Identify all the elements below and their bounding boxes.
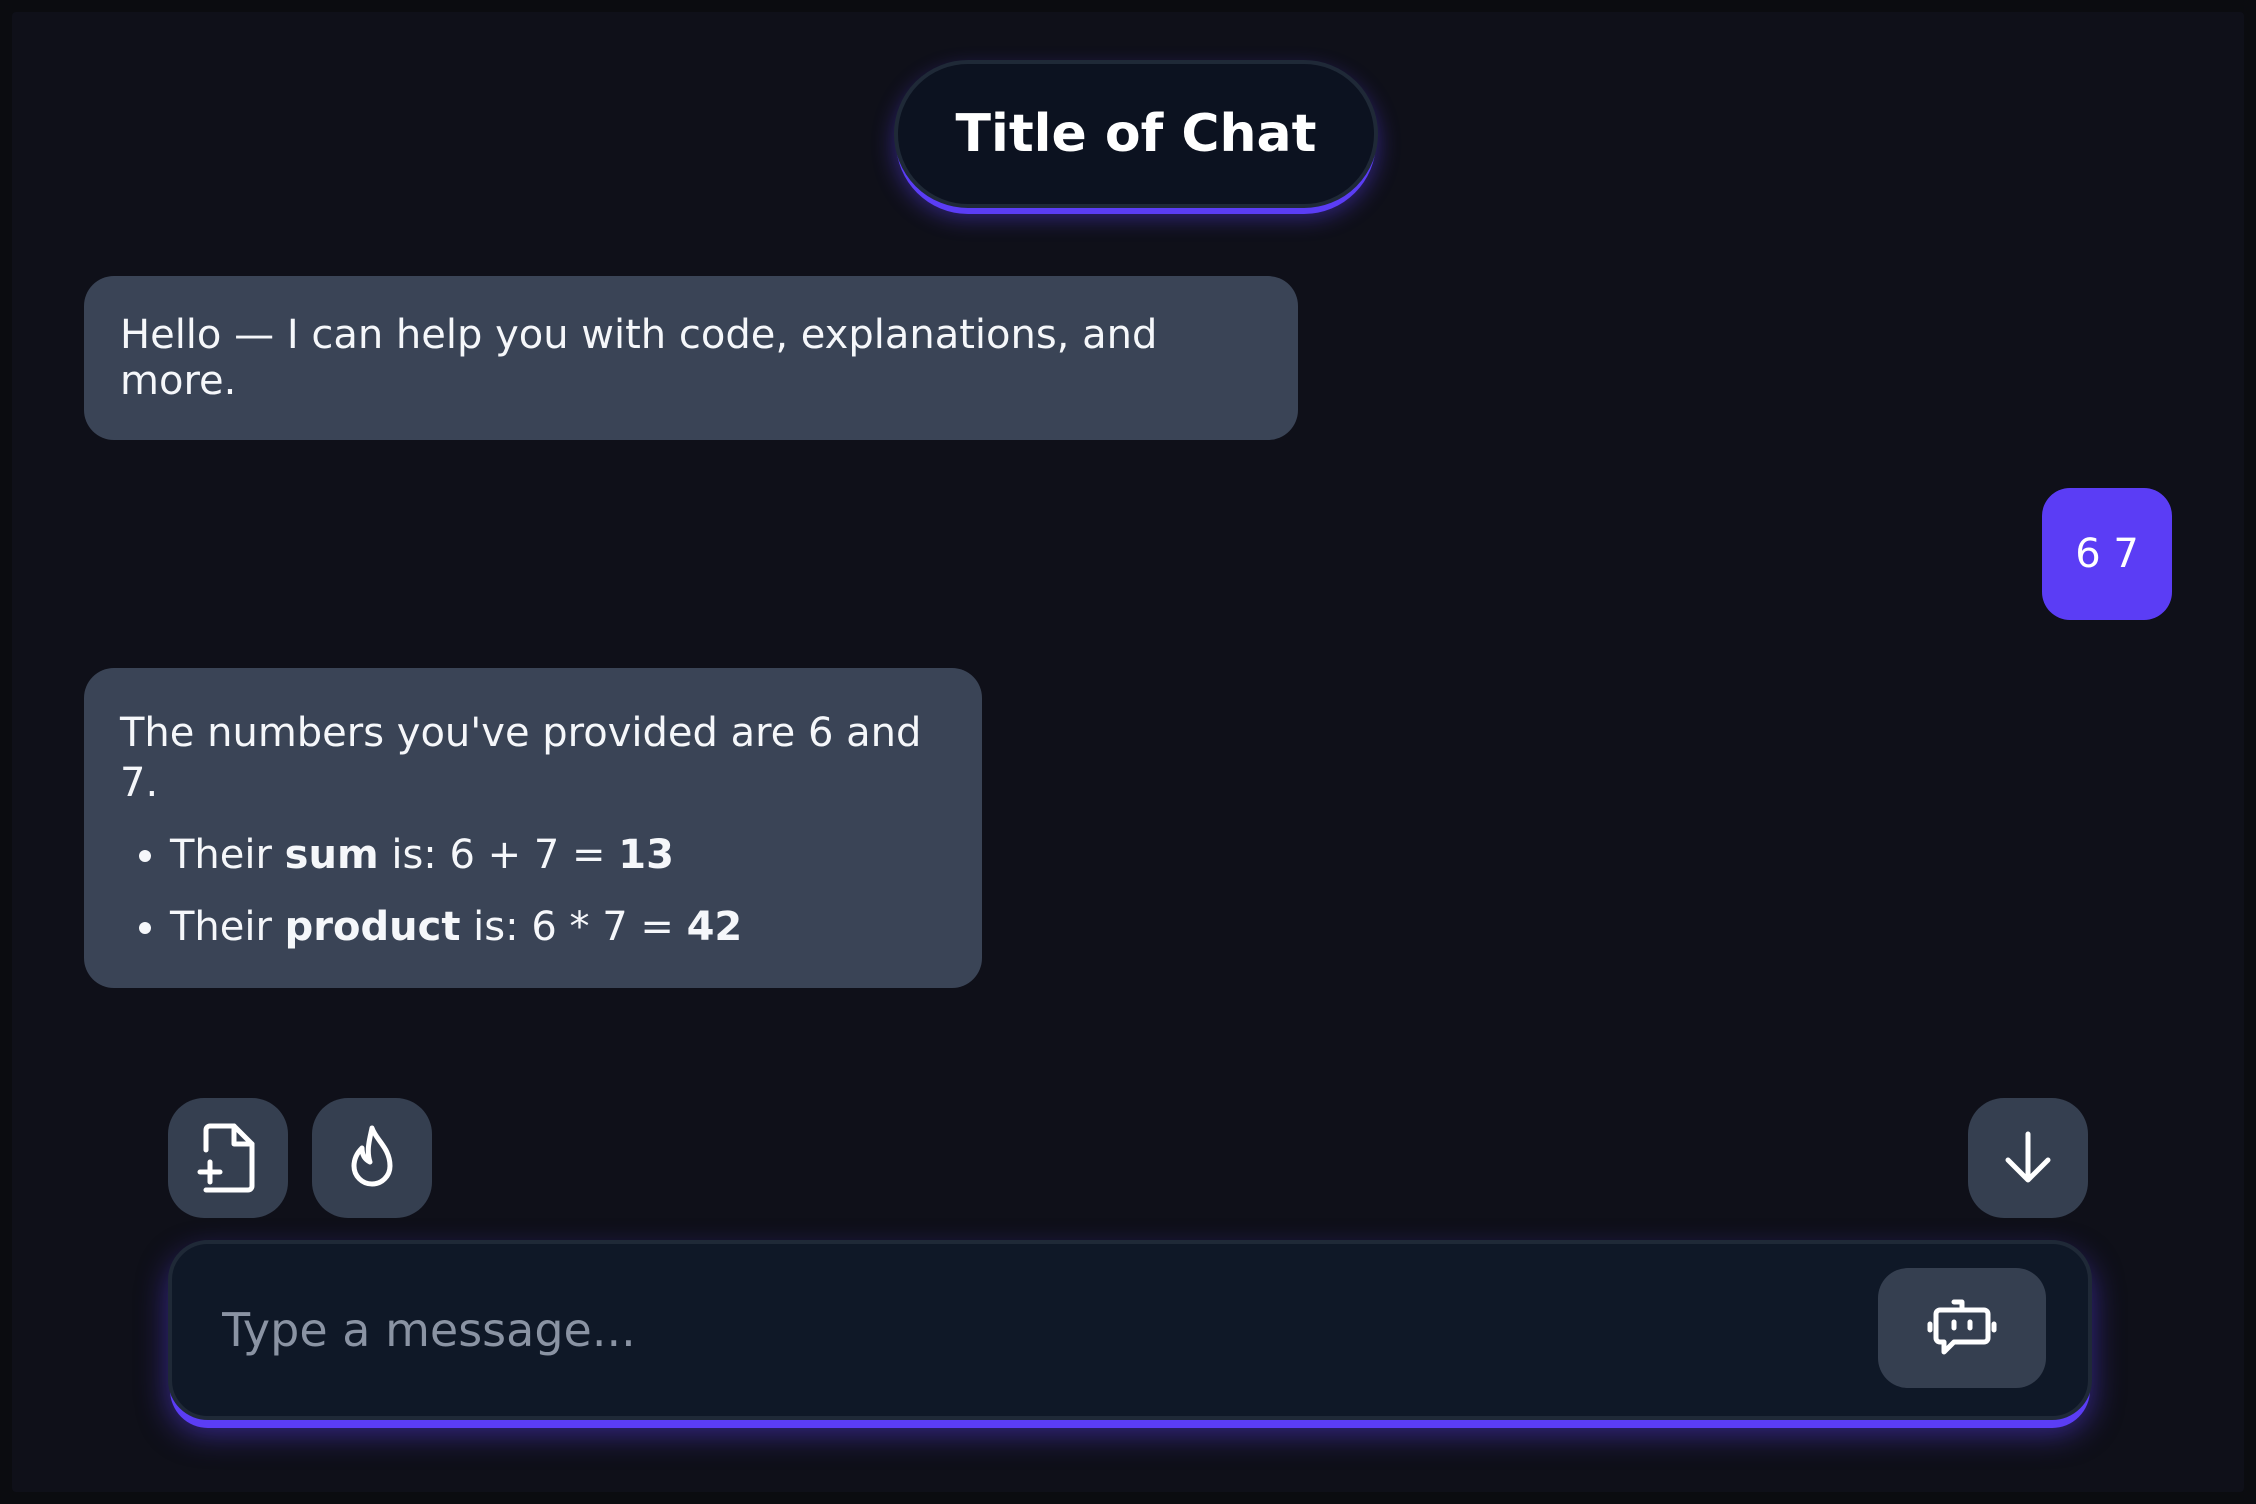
chat-title-text: Title of Chat bbox=[955, 104, 1317, 164]
list-item: Their product is: 6 * 7 = 42 bbox=[170, 902, 946, 952]
assistant-message-greeting: Hello — I can help you with code, explan… bbox=[84, 276, 1298, 440]
file-plus-icon bbox=[196, 1122, 260, 1194]
message-input[interactable] bbox=[220, 1272, 1820, 1388]
item-term: sum bbox=[284, 832, 379, 878]
message-text: Hello — I can help you with code, explan… bbox=[120, 312, 1158, 404]
message-intro: The numbers you've provided are 6 and 7. bbox=[120, 710, 922, 806]
scroll-down-button[interactable] bbox=[1968, 1098, 2088, 1218]
chat-title: Title of Chat bbox=[894, 60, 1378, 208]
send-button[interactable] bbox=[1878, 1268, 2046, 1388]
result-list: Their sum is: 6 + 7 = 13 Their product i… bbox=[120, 830, 946, 952]
chat-window: Title of Chat Hello — I can help you wit… bbox=[12, 12, 2244, 1492]
bot-icon bbox=[1926, 1296, 1998, 1360]
item-prefix: Their bbox=[170, 832, 285, 878]
arrow-down-icon bbox=[2000, 1128, 2056, 1188]
assistant-message-reply: The numbers you've provided are 6 and 7.… bbox=[84, 668, 982, 988]
item-term: product bbox=[284, 904, 461, 950]
flame-icon bbox=[342, 1124, 402, 1192]
item-expression: is: 6 * 7 = bbox=[460, 904, 687, 950]
flame-button[interactable] bbox=[312, 1098, 432, 1218]
message-composer bbox=[168, 1240, 2092, 1420]
item-result: 13 bbox=[618, 832, 674, 878]
attach-file-button[interactable] bbox=[168, 1098, 288, 1218]
list-item: Their sum is: 6 + 7 = 13 bbox=[170, 830, 946, 880]
message-text: 6 7 bbox=[2075, 531, 2139, 577]
user-message: 6 7 bbox=[2042, 488, 2172, 620]
item-prefix: Their bbox=[170, 904, 285, 950]
item-result: 42 bbox=[686, 904, 743, 950]
item-expression: is: 6 + 7 = bbox=[378, 832, 619, 878]
